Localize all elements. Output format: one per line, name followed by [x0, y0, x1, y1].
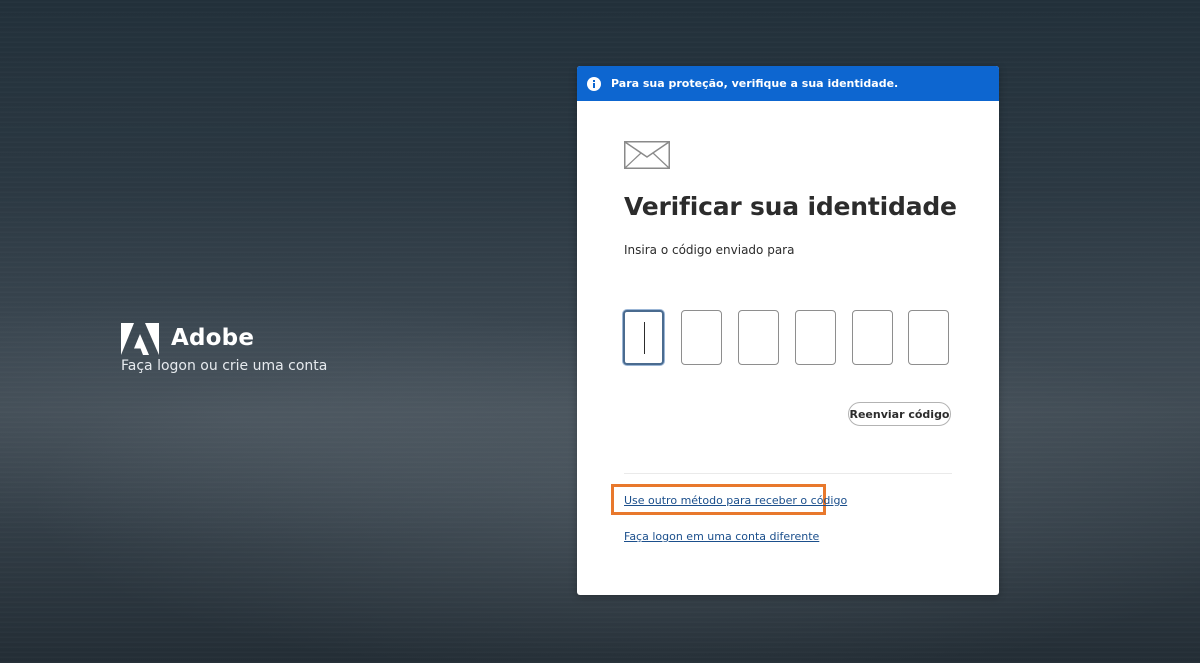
envelope-icon	[624, 141, 670, 169]
code-digit-4[interactable]	[795, 310, 836, 365]
brand-tagline: Faça logon ou crie uma conta	[121, 358, 328, 374]
adobe-brand: Adobe Faça logon ou crie uma conta	[121, 322, 327, 375]
text-caret	[644, 322, 645, 354]
alternate-method-link[interactable]: Use outro método para receber o código	[624, 494, 847, 507]
code-digit-1[interactable]	[623, 310, 664, 365]
brand-row: Adobe	[121, 322, 327, 355]
code-digit-5[interactable]	[852, 310, 893, 365]
verification-card: Para sua proteção, verifique a sua ident…	[577, 66, 999, 595]
different-account-link[interactable]: Faça logon em uma conta diferente	[624, 530, 819, 543]
page-title: Verificar sua identidade	[624, 192, 957, 221]
banner-text: Para sua proteção, verifique a sua ident…	[611, 77, 899, 90]
security-banner: Para sua proteção, verifique a sua ident…	[577, 66, 999, 101]
info-icon	[587, 76, 601, 91]
code-digit-3[interactable]	[738, 310, 779, 365]
divider	[624, 473, 952, 474]
brand-name: Adobe	[171, 325, 255, 351]
code-digit-6[interactable]	[908, 310, 949, 365]
code-digit-2[interactable]	[681, 310, 722, 365]
resend-code-button[interactable]: Reenviar código	[848, 402, 951, 426]
adobe-logo-icon	[121, 322, 159, 355]
code-instructions: Insira o código enviado para	[624, 243, 795, 257]
